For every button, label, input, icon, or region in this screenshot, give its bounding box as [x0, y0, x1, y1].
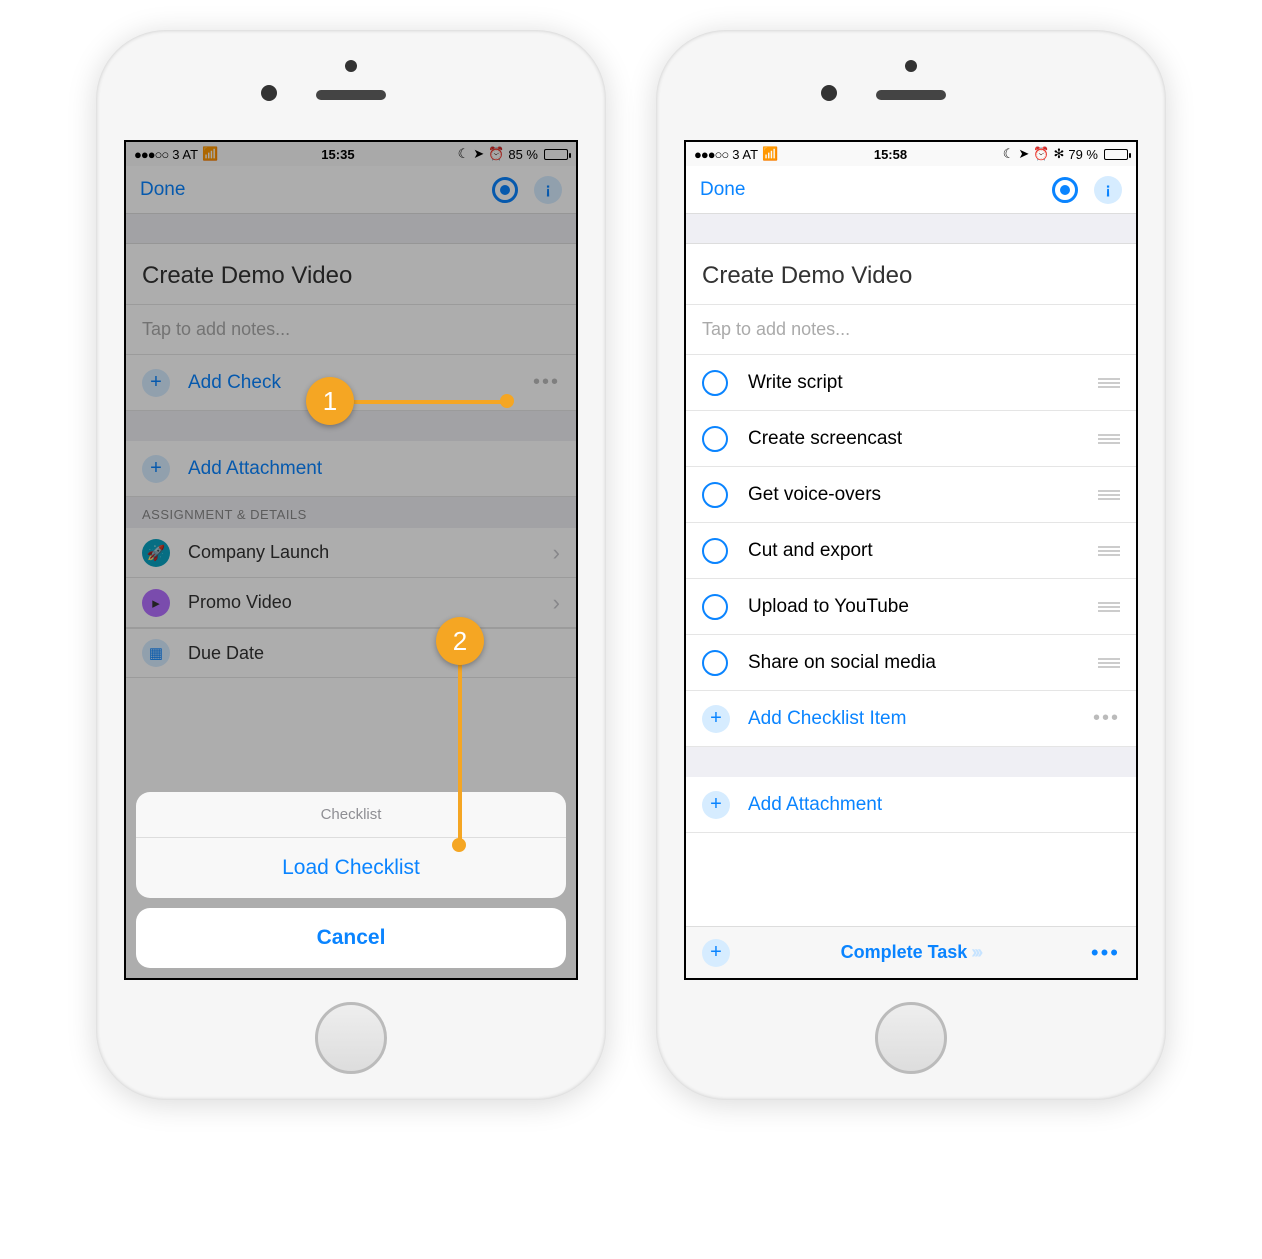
- signal-dots: ●●●○○: [694, 147, 728, 162]
- home-button[interactable]: [875, 1002, 947, 1074]
- watch-icon[interactable]: [1052, 177, 1078, 203]
- task-title[interactable]: Create Demo Video: [686, 244, 1136, 305]
- drag-handle-icon[interactable]: [1098, 602, 1120, 612]
- status-time: 15:58: [874, 147, 907, 162]
- screen-right: ●●●○○ 3 AT 📶 15:58 ☾ ➤ ⏰ ✻ 79 % Done ¡ C…: [684, 140, 1138, 980]
- checklist-item-label: Upload to YouTube: [748, 596, 909, 618]
- wifi-icon: 📶: [762, 146, 778, 162]
- drag-handle-icon[interactable]: [1098, 658, 1120, 668]
- sensor-dot: [905, 60, 917, 72]
- checklist-item-label: Share on social media: [748, 652, 936, 674]
- checklist-item[interactable]: Write script: [686, 355, 1136, 411]
- checkbox-icon[interactable]: [702, 538, 728, 564]
- priority-icon[interactable]: ¡: [1094, 176, 1122, 204]
- plus-icon: +: [702, 705, 730, 733]
- battery-icon: [1104, 149, 1128, 160]
- chevrons-icon: ›››: [971, 942, 980, 962]
- checklist-item-label: Create screencast: [748, 428, 902, 450]
- drag-handle-icon[interactable]: [1098, 434, 1120, 444]
- sensor-dot: [345, 60, 357, 72]
- checklist-item[interactable]: Get voice-overs: [686, 467, 1136, 523]
- home-button[interactable]: [315, 1002, 387, 1074]
- checklist-item[interactable]: Create screencast: [686, 411, 1136, 467]
- add-attachment-label: Add Attachment: [748, 794, 882, 816]
- drag-handle-icon[interactable]: [1098, 490, 1120, 500]
- action-sheet: Checklist Load Checklist Cancel: [136, 792, 566, 968]
- complete-task-button[interactable]: Complete Task›››: [730, 942, 1091, 963]
- phone-left: ●●●○○ 3 AT 📶 15:35 ☾ ➤ ⏰ 85 % Done ¡ Cre…: [96, 30, 606, 1100]
- drag-handle-icon[interactable]: [1098, 378, 1120, 388]
- callout-dot-1: [500, 394, 514, 408]
- callout-line-1: [354, 400, 504, 404]
- phone-right: ●●●○○ 3 AT 📶 15:58 ☾ ➤ ⏰ ✻ 79 % Done ¡ C…: [656, 30, 1166, 1100]
- speaker-grille: [316, 90, 386, 100]
- checkbox-icon[interactable]: [702, 370, 728, 396]
- gap: [686, 747, 1136, 777]
- checklist-item[interactable]: Upload to YouTube: [686, 579, 1136, 635]
- more-icon[interactable]: •••: [1093, 707, 1120, 730]
- checklist-item-label: Get voice-overs: [748, 484, 881, 506]
- bluetooth-icon: ✻: [1053, 146, 1064, 162]
- callout-dot-2: [452, 838, 466, 852]
- checkbox-icon[interactable]: [702, 594, 728, 620]
- checklist-item[interactable]: Cut and export: [686, 523, 1136, 579]
- location-icon: ➤: [1018, 146, 1029, 162]
- alarm-icon: ⏰: [1033, 146, 1049, 162]
- add-checklist-item-label: Add Checklist Item: [748, 708, 906, 730]
- checkbox-icon[interactable]: [702, 482, 728, 508]
- moon-icon: ☾: [1003, 146, 1015, 162]
- cancel-button[interactable]: Cancel: [136, 908, 566, 968]
- speaker-grille: [876, 90, 946, 100]
- add-attachment-row[interactable]: + Add Attachment: [686, 777, 1136, 833]
- spacer: [686, 214, 1136, 244]
- front-camera: [821, 85, 837, 101]
- footer-bar: + Complete Task››› •••: [686, 926, 1136, 978]
- add-checklist-item-row[interactable]: + Add Checklist Item •••: [686, 691, 1136, 747]
- battery-pct: 79 %: [1068, 147, 1098, 162]
- carrier-label: 3 AT: [732, 147, 758, 162]
- load-checklist-button[interactable]: Load Checklist: [136, 838, 566, 898]
- callout-badge-2: 2: [436, 617, 484, 665]
- plus-icon: +: [702, 791, 730, 819]
- callout-badge-1: 1: [306, 377, 354, 425]
- notes-field[interactable]: Tap to add notes...: [686, 305, 1136, 355]
- checklist-item-label: Cut and export: [748, 540, 873, 562]
- checklist-item-label: Write script: [748, 372, 843, 394]
- plus-icon[interactable]: +: [702, 939, 730, 967]
- front-camera: [261, 85, 277, 101]
- callout-line-2: [458, 662, 462, 842]
- checkbox-icon[interactable]: [702, 650, 728, 676]
- done-button[interactable]: Done: [700, 179, 745, 201]
- screen-left: ●●●○○ 3 AT 📶 15:35 ☾ ➤ ⏰ 85 % Done ¡ Cre…: [124, 140, 578, 980]
- nav-bar: Done ¡: [686, 166, 1136, 214]
- checklist-item[interactable]: Share on social media: [686, 635, 1136, 691]
- sheet-title: Checklist: [136, 792, 566, 838]
- more-icon[interactable]: •••: [1091, 940, 1120, 966]
- checkbox-icon[interactable]: [702, 426, 728, 452]
- status-bar: ●●●○○ 3 AT 📶 15:58 ☾ ➤ ⏰ ✻ 79 %: [686, 142, 1136, 166]
- drag-handle-icon[interactable]: [1098, 546, 1120, 556]
